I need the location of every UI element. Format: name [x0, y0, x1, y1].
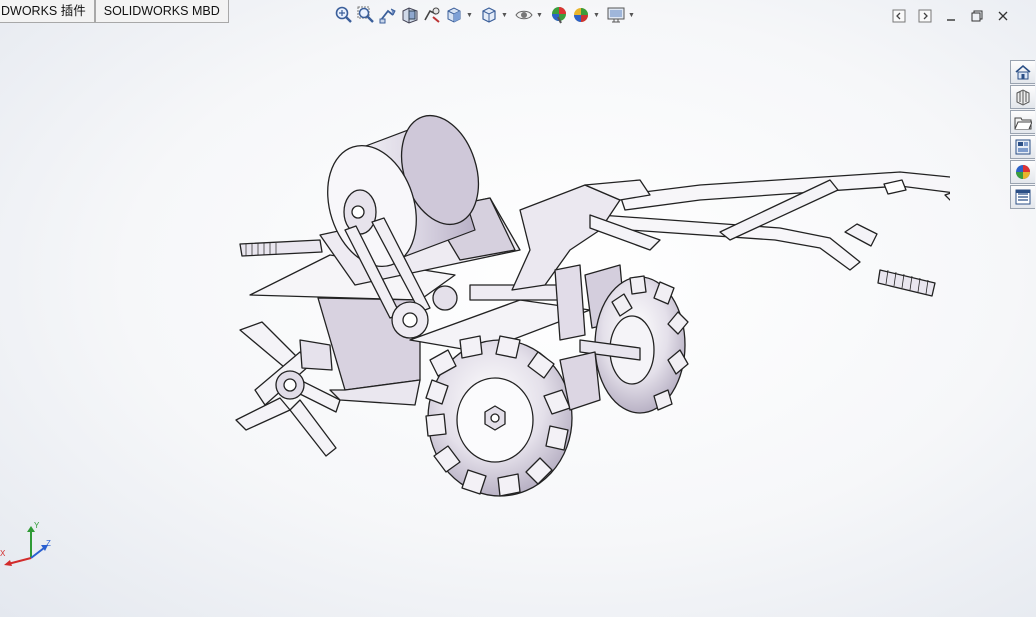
apply-scene-icon[interactable] — [570, 4, 592, 26]
edit-appearance-icon[interactable] — [548, 4, 570, 26]
view-orientation-caret-icon[interactable]: ▼ — [465, 4, 474, 26]
zoom-to-area-icon[interactable] — [355, 4, 377, 26]
file-explorer-icon[interactable] — [1010, 110, 1035, 134]
command-manager-tabs: DWORKS 插件 SOLIDWORKS MBD — [0, 0, 229, 23]
triad-z-label: Z — [46, 539, 51, 548]
restore-icon[interactable] — [964, 6, 990, 26]
tab-solidworks-addins[interactable]: DWORKS 插件 — [0, 0, 95, 23]
tiller-3d-model[interactable] — [230, 110, 950, 510]
view-settings-icon[interactable] — [605, 4, 627, 26]
triad-x-label: X — [0, 549, 6, 558]
display-style-icon[interactable] — [478, 4, 500, 26]
triad-y-label: Y — [34, 521, 40, 530]
minimize-icon[interactable] — [938, 6, 964, 26]
view-palette-icon[interactable] — [1010, 135, 1035, 159]
solidworks-resources-icon[interactable] — [1010, 60, 1035, 84]
dynamic-annotation-views-icon[interactable] — [421, 4, 443, 26]
close-icon[interactable] — [990, 6, 1016, 26]
zoom-to-fit-icon[interactable] — [333, 4, 355, 26]
display-style-caret-icon[interactable]: ▼ — [500, 4, 509, 26]
hide-show-items-icon[interactable] — [513, 4, 535, 26]
previous-view-icon[interactable] — [377, 4, 399, 26]
solidworks-window: DWORKS 插件 SOLIDWORKS MBD ▼ ▼ ▼ ▼ ▼ Y X Z — [0, 0, 1036, 617]
window-controls — [886, 6, 1016, 26]
view-orientation-icon[interactable] — [443, 4, 465, 26]
tile-right-icon[interactable] — [912, 6, 938, 26]
tile-left-icon[interactable] — [886, 6, 912, 26]
design-library-icon[interactable] — [1010, 85, 1035, 109]
hide-show-items-caret-icon[interactable]: ▼ — [535, 4, 544, 26]
reference-triad: Y X Z — [0, 520, 60, 570]
section-view-icon[interactable] — [399, 4, 421, 26]
tab-solidworks-mbd[interactable]: SOLIDWORKS MBD — [94, 0, 229, 23]
heads-up-view-toolbar: ▼ ▼ ▼ ▼ ▼ — [333, 4, 636, 26]
task-pane-tabs — [1010, 60, 1036, 210]
custom-properties-icon[interactable] — [1010, 185, 1035, 209]
appearances-scenes-icon[interactable] — [1010, 160, 1035, 184]
apply-scene-caret-icon[interactable]: ▼ — [592, 4, 601, 26]
view-settings-caret-icon[interactable]: ▼ — [627, 4, 636, 26]
